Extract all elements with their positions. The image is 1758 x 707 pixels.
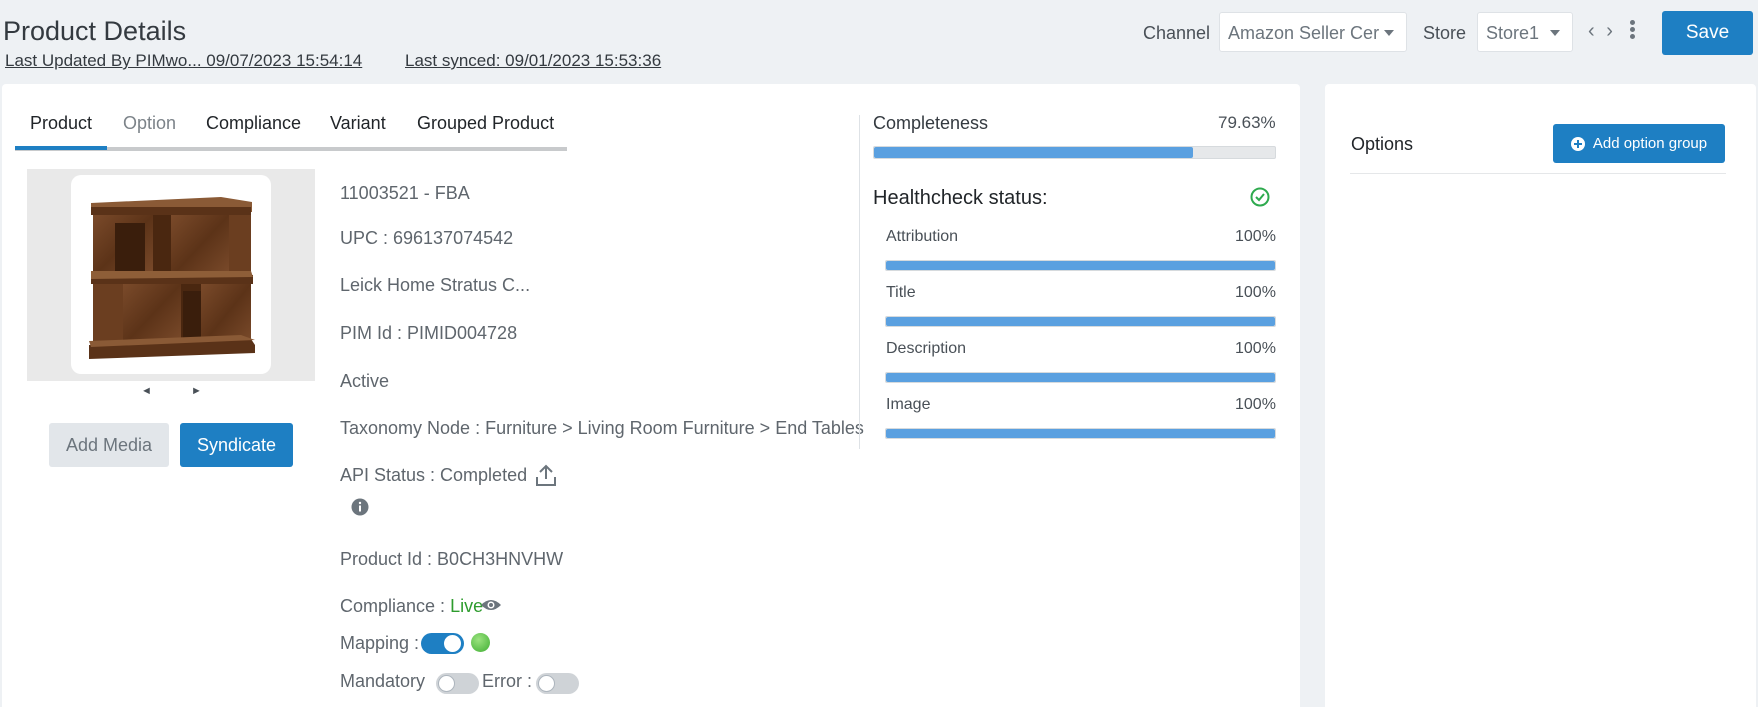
completeness-bar-fill <box>874 147 1194 158</box>
channel-select-value: Amazon Seller Cer <box>1228 23 1380 43</box>
product-status: Active <box>340 371 390 391</box>
mapping-toggle[interactable] <box>421 633 464 654</box>
eye-icon[interactable] <box>480 598 502 617</box>
tab-bar: Product Option Compliance Variant Groupe… <box>15 101 567 151</box>
chevron-right-icon[interactable]: › <box>1606 20 1616 42</box>
record-nav: ‹ › <box>1588 20 1616 43</box>
check-circle-icon <box>1250 187 1270 212</box>
tab-product[interactable]: Product <box>30 113 92 134</box>
product-upc: UPC : 696137074542 <box>340 228 514 248</box>
last-synced: Last synced: 09/01/2023 15:53:36 <box>405 51 662 70</box>
options-title: Options <box>1351 134 1414 154</box>
tab-variant[interactable]: Variant <box>330 113 386 134</box>
healthcheck-bar-fill <box>886 429 1275 438</box>
last-updated-by: Last Updated By PIMwo... 09/07/2023 15:5… <box>5 51 363 70</box>
tab-active-indicator <box>15 146 107 150</box>
chevron-down-icon <box>1550 30 1560 36</box>
completeness-value: 79.63% <box>1218 113 1276 132</box>
add-option-group-label: Add option group <box>1592 135 1708 152</box>
healthcheck-bar-attribution <box>885 260 1276 271</box>
more-menu-icon[interactable] <box>1630 20 1636 42</box>
healthcheck-value-attribution: 100% <box>1235 228 1276 245</box>
upload-icon[interactable] <box>535 463 557 492</box>
store-select-value: Store1 <box>1486 23 1540 43</box>
mandatory-label: Mandatory <box>340 671 426 691</box>
healthcheck-bar-fill <box>886 373 1275 382</box>
plus-circle-icon <box>1570 136 1585 151</box>
tab-option[interactable]: Option <box>123 113 176 134</box>
healthcheck-bar-image <box>885 428 1276 439</box>
healthcheck-bar-fill <box>886 317 1275 326</box>
store-label: Store <box>1423 23 1467 43</box>
chevron-down-icon <box>1384 30 1394 36</box>
options-divider <box>1350 173 1726 174</box>
channel-label: Channel <box>1143 23 1211 43</box>
healthcheck-value-title: 100% <box>1235 284 1276 301</box>
healthcheck-label-image: Image <box>886 396 931 413</box>
product-pim-id: PIM Id : PIMID004728 <box>340 323 518 343</box>
mandatory-toggle[interactable] <box>436 673 479 694</box>
compliance-value: Live <box>450 596 484 616</box>
api-status: API Status : Completed <box>340 465 528 485</box>
healthcheck-title: Healthcheck status: <box>873 187 1048 209</box>
info-icon[interactable] <box>351 498 369 521</box>
add-option-group-button[interactable]: Add option group <box>1553 124 1725 163</box>
channel-select[interactable]: Amazon Seller Cer <box>1219 12 1407 52</box>
healthcheck-bar-description <box>885 372 1276 383</box>
product-sku: 11003521 - FBA <box>340 183 470 203</box>
mapping-status-indicator <box>471 633 490 652</box>
healthcheck-value-image: 100% <box>1235 396 1276 413</box>
compliance-label: Compliance : <box>340 596 451 616</box>
healthcheck-label-attribution: Attribution <box>886 228 959 245</box>
tab-grouped-product[interactable]: Grouped Product <box>417 113 554 134</box>
healthcheck-bar-fill <box>886 261 1275 270</box>
image-prev-icon[interactable]: ◄ <box>141 385 152 397</box>
mapping-label: Mapping : <box>340 633 420 653</box>
chevron-left-icon[interactable]: ‹ <box>1588 20 1598 42</box>
tab-compliance[interactable]: Compliance <box>206 113 301 134</box>
error-toggle[interactable] <box>536 673 579 694</box>
image-next-icon[interactable]: ► <box>191 385 202 397</box>
healthcheck-value-description: 100% <box>1235 340 1276 357</box>
error-label: Error : <box>482 671 533 691</box>
syndicate-button[interactable]: Syndicate <box>180 423 293 467</box>
completeness-bar <box>873 146 1276 159</box>
page-title: Product Details <box>3 16 187 46</box>
section-divider <box>859 115 860 449</box>
completeness-label: Completeness <box>873 113 989 133</box>
healthcheck-bar-title <box>885 316 1276 327</box>
product-image[interactable] <box>71 175 271 374</box>
healthcheck-label-title: Title <box>886 284 916 301</box>
compliance-row: Compliance : Live <box>340 596 483 617</box>
save-button[interactable]: Save <box>1662 11 1753 55</box>
store-select[interactable]: Store1 <box>1477 12 1573 52</box>
taxonomy-node: Taxonomy Node : Furniture > Living Room … <box>340 418 864 438</box>
add-media-button[interactable]: Add Media <box>49 423 169 467</box>
healthcheck-label-description: Description <box>886 340 967 357</box>
options-card <box>1325 84 1756 707</box>
product-name: Leick Home Stratus C... <box>340 275 531 295</box>
product-id: Product Id : B0CH3HNVHW <box>340 549 564 569</box>
